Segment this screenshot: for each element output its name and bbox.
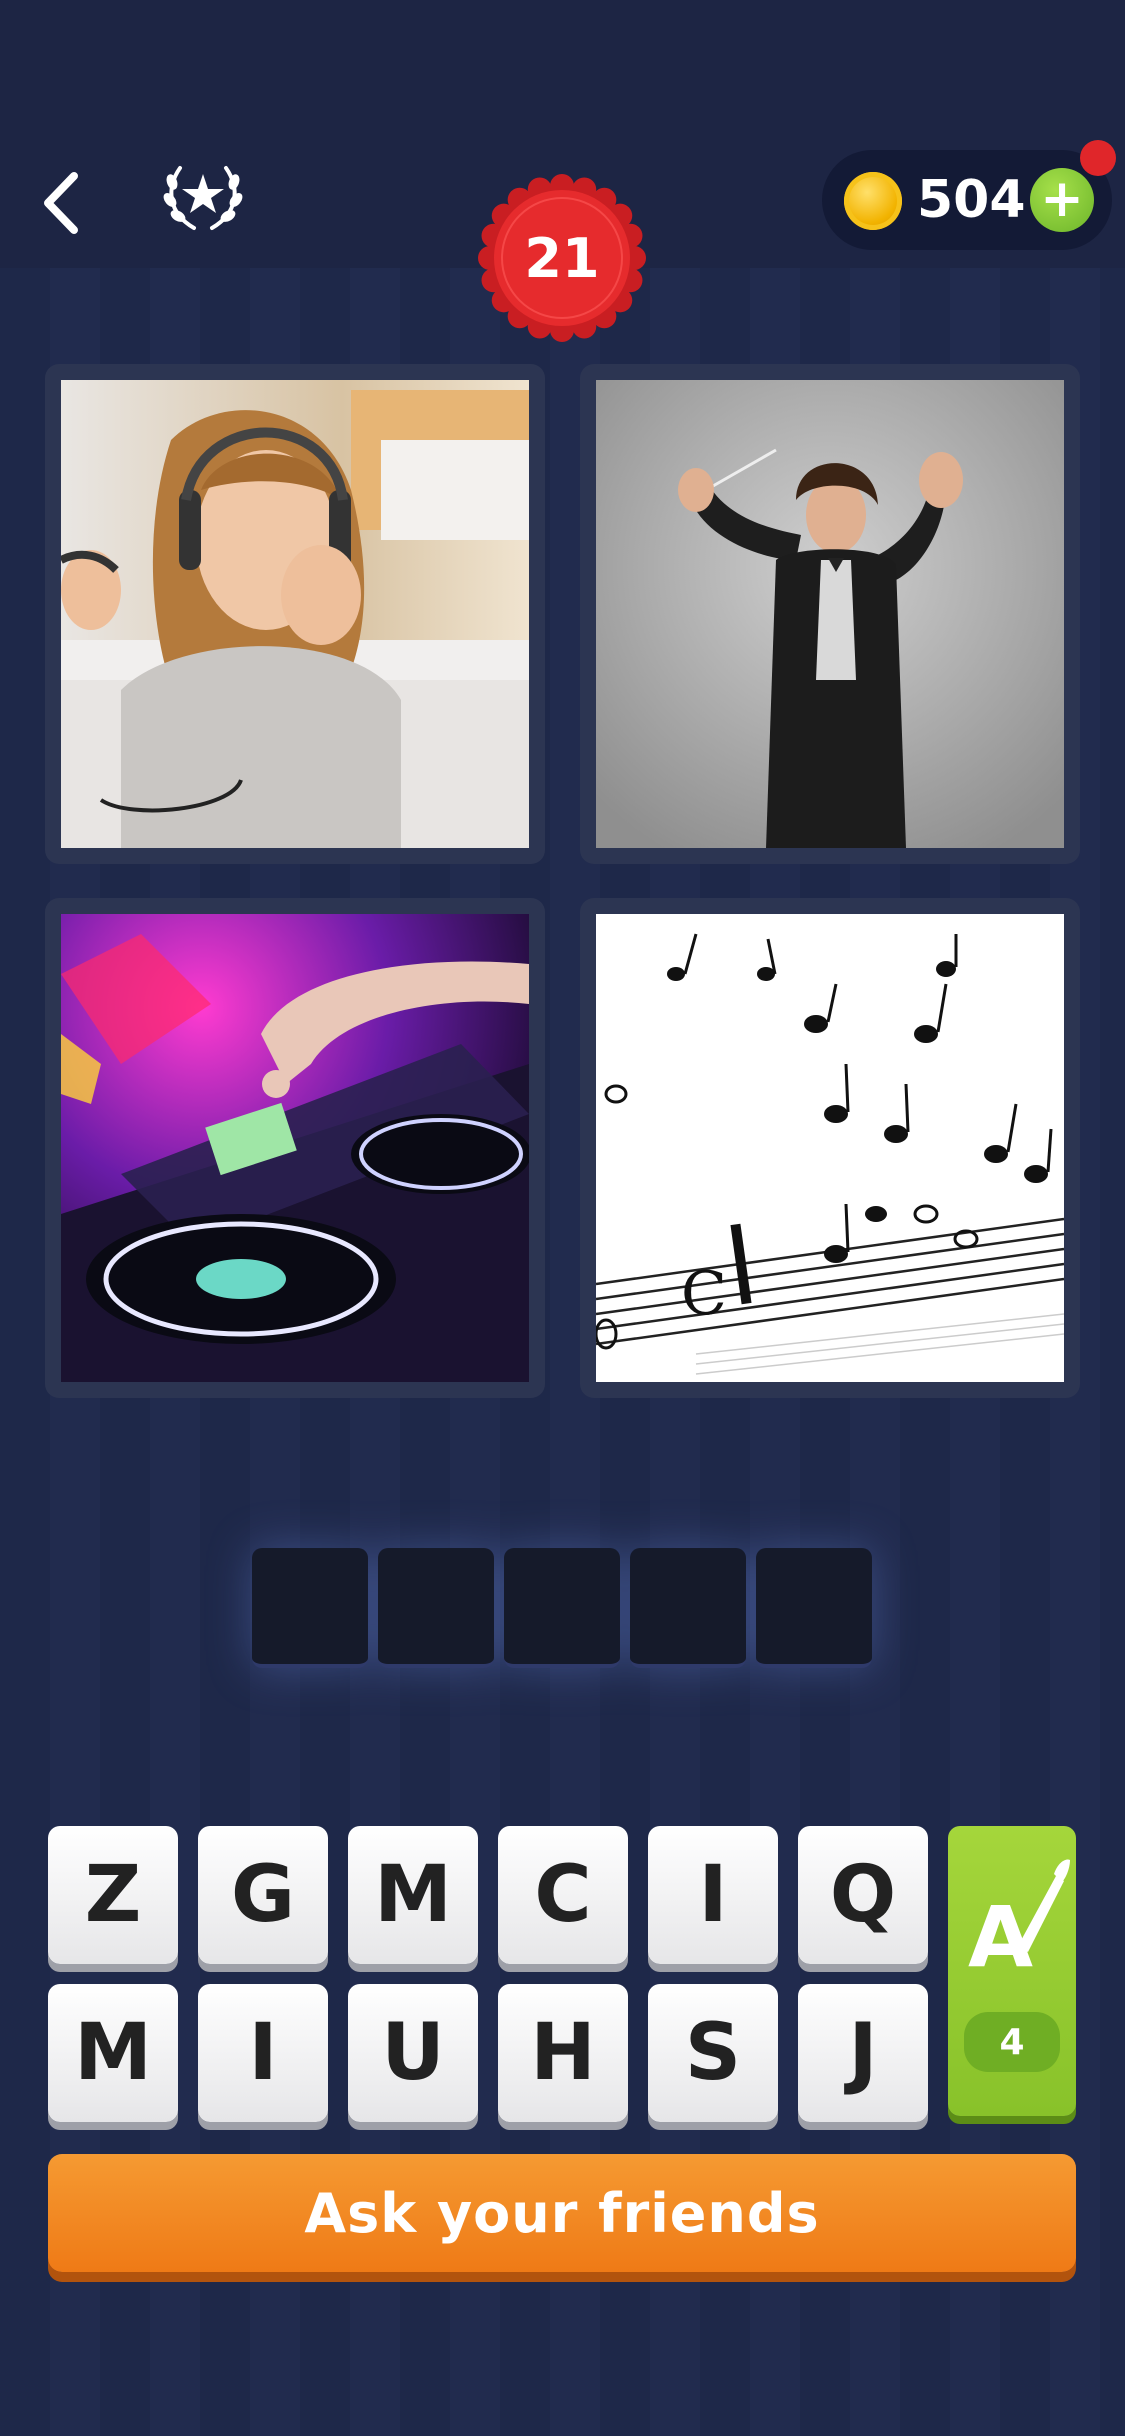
level-number: 21 [524, 226, 600, 290]
achievements-laurel-icon[interactable] [158, 158, 248, 238]
hint-brush-button[interactable]: A 4 [948, 1826, 1076, 2116]
level-badge: 21 [476, 172, 648, 344]
answer-slot[interactable] [630, 1548, 746, 1668]
letter-key[interactable]: Z [48, 1826, 178, 1964]
letter-key[interactable]: G [198, 1826, 328, 1964]
letter-key[interactable]: M [348, 1826, 478, 1964]
photo-tile-3[interactable] [45, 898, 545, 1398]
hint-count-badge: 4 [964, 2012, 1060, 2072]
letter-key[interactable]: S [648, 1984, 778, 2122]
svg-text:C: C [681, 1259, 727, 1329]
photo-tile-1[interactable] [45, 364, 545, 864]
add-coins-button[interactable]: + [1030, 168, 1094, 232]
answer-slot[interactable] [252, 1548, 368, 1668]
answer-slot[interactable] [756, 1548, 872, 1668]
notification-dot [1080, 140, 1116, 176]
letter-key[interactable]: J [798, 1984, 928, 2122]
answer-slot[interactable] [504, 1548, 620, 1668]
ask-friends-button[interactable]: Ask your friends [48, 2154, 1076, 2272]
coin-icon [844, 172, 902, 230]
letter-key[interactable]: U [348, 1984, 478, 2122]
paintbrush-icon: A [968, 1859, 1070, 1986]
photo-tile-2[interactable] [580, 364, 1080, 864]
answer-slots [252, 1548, 872, 1668]
back-chevron-icon[interactable] [38, 168, 88, 238]
letter-key[interactable]: Q [798, 1826, 928, 1964]
letter-key[interactable]: I [198, 1984, 328, 2122]
orchestra-conductor-image [596, 380, 1064, 848]
coin-count: 504 [917, 170, 1026, 230]
letter-key[interactable]: M [48, 1984, 178, 2122]
music-notes-sheet-image: C [596, 914, 1064, 1382]
letter-key[interactable]: C [498, 1826, 628, 1964]
photo-tile-4[interactable]: C [580, 898, 1080, 1398]
letter-key[interactable]: I [648, 1826, 778, 1964]
answer-slot[interactable] [378, 1548, 494, 1668]
letter-key[interactable]: H [498, 1984, 628, 2122]
dj-turntables-image [61, 914, 529, 1382]
woman-with-headphones-image [61, 380, 529, 848]
coin-balance[interactable]: 504 + [822, 150, 1112, 250]
